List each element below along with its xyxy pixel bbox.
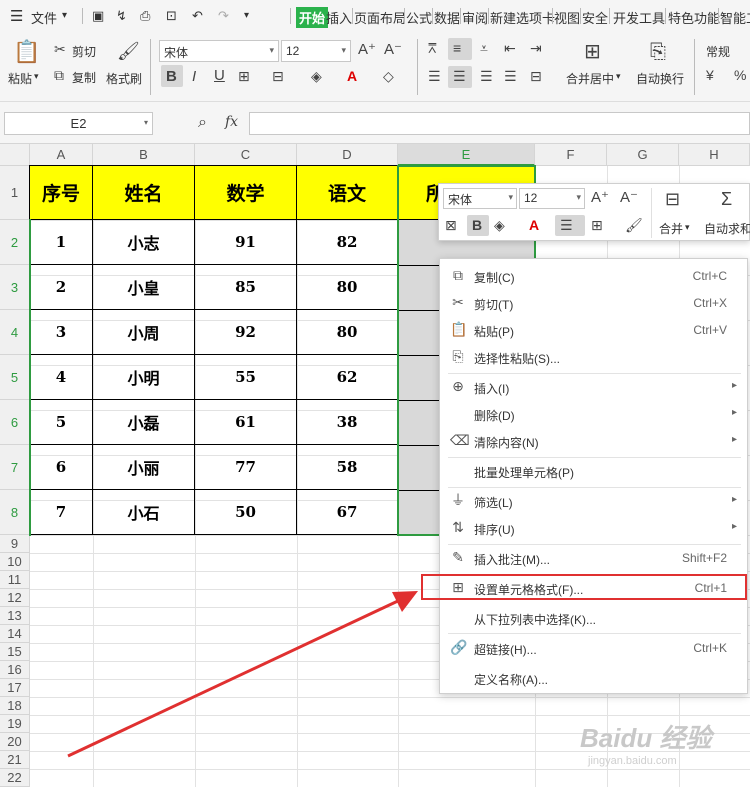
- watermark-url: jingyan.baidu.com: [588, 755, 677, 767]
- watermark-logo: Baidu 经验: [580, 723, 712, 753]
- annotation-arrow: [67, 591, 418, 758]
